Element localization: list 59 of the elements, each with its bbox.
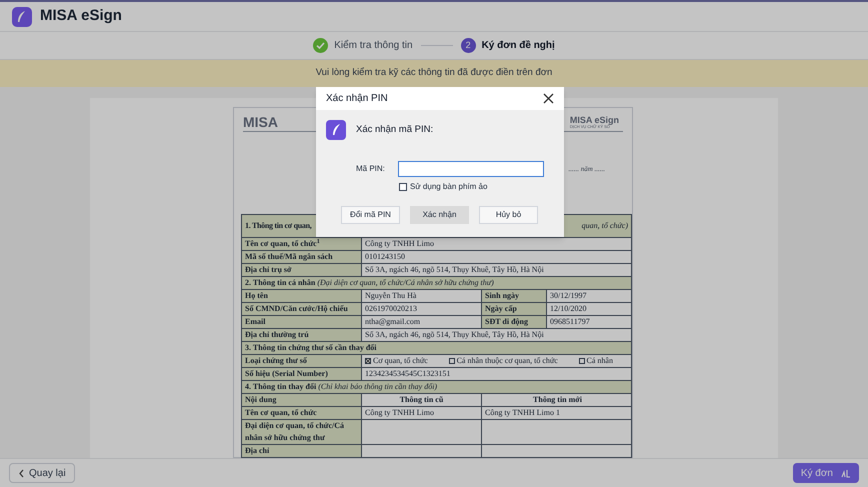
option-label: Cá nhân thuộc cơ quan, tổ chức: [456, 355, 558, 367]
field-label: SĐT di động: [482, 316, 547, 328]
pin-label: Mã PIN:: [356, 163, 385, 175]
step-number: 2: [460, 38, 476, 53]
option-label: Cá nhân: [586, 355, 613, 367]
field-label: Số CMND/Căn cước/Hộ chiếu: [242, 303, 362, 315]
app-name: MISA eSign: [40, 6, 122, 26]
field-label: Địa chỉ thường trú: [242, 329, 362, 341]
dialog-button[interactable]: Hủy bỏ: [479, 206, 538, 224]
field-value: 12/10/2020: [549, 303, 588, 315]
checkbox-label[interactable]: Sử dụng bàn phím ảo: [410, 181, 488, 193]
field-label: Địa chỉ: [242, 445, 362, 457]
field-value: Công ty TNHH Limo: [364, 238, 435, 250]
column-heading: Nội dung: [242, 394, 362, 406]
check-icon: [313, 38, 328, 53]
step-label: Ký đơn đề nghị: [482, 39, 555, 53]
field-label: Loại chứng thư số: [242, 355, 362, 367]
section-heading: 4. Thông tin thay đổi (Chỉ khai báo thông tin cần thay đổi): [242, 381, 631, 393]
back-button[interactable]: Quay lại: [9, 463, 75, 483]
pin-input[interactable]: [398, 161, 544, 177]
field-label: Đại diện cơ quan, tổ chức/Cá nhân sở hữu chứng thư: [242, 420, 362, 444]
field-value: Công ty TNHH Limo: [362, 407, 482, 419]
field-value: Công ty TNHH Limo 1: [484, 407, 561, 419]
option-label: Cơ quan, tổ chức: [373, 355, 428, 367]
field-value: 30/12/1997: [549, 290, 588, 302]
dialog-title: Xác nhận PIN: [326, 92, 388, 106]
column-heading: Thông tin mới: [532, 394, 583, 406]
dialog-button[interactable]: Đổi mã PIN: [341, 206, 400, 224]
app-logo-icon: [12, 6, 32, 26]
field-label: Họ tên: [242, 290, 362, 302]
step-label: Kiểm tra thông tin: [334, 38, 413, 53]
app-logo-icon: [326, 120, 346, 140]
section-heading: 1. Thông tin cơ quan,: [245, 220, 312, 232]
dialog-heading: Xác nhận mã PIN:: [356, 122, 434, 137]
field-value: 0968511797: [549, 316, 591, 328]
field-label: Mã số thuế/Mã ngân sách: [242, 251, 362, 263]
checkbox[interactable]: [399, 183, 407, 191]
field-label: Địa chỉ trụ sở: [242, 264, 362, 276]
field-label: Ngày cấp: [482, 303, 547, 315]
field-value: 0101243150: [364, 251, 406, 263]
field-label: Sinh ngày: [482, 290, 547, 302]
sign-button[interactable]: Ký đơn: [792, 463, 859, 483]
brand-name: MISA eSign: [570, 116, 619, 125]
field-value: Số 3A, ngách 46, ngõ 514, Thụy Khuê, Tây Hồ, Hà Nội: [364, 264, 545, 276]
chevron-left-icon: [18, 468, 25, 478]
field-label: Số hiệu (Serial Number): [242, 368, 362, 380]
section-heading: 3. Thông tin chứng thư số cần thay đổi: [242, 342, 631, 354]
field-value: Số 3A, ngách 46, ngõ 514, Thụy Khuê, Tây Hồ, Hà Nội: [364, 329, 545, 341]
section-heading: 2. Thông tin cá nhân (Đại diện cơ quan, tổ chức/Cá nhân sở hữu chứng thư): [242, 277, 631, 289]
field-label: Tên cơ quan, tổ chức: [242, 407, 362, 419]
field-label: Tên cơ quan, tổ chức$^{1}$: [242, 238, 362, 250]
column-heading: Thông tin cũ: [362, 394, 482, 406]
close-icon[interactable]: [543, 93, 554, 104]
info-banner: Vui lòng kiểm tra kỹ các thông tin đã được điền trên đơn: [0, 60, 868, 87]
misa-logo: MISA: [243, 115, 278, 129]
dialog-button[interactable]: Xác nhận: [410, 206, 469, 224]
section-note: quan, tổ chức): [582, 220, 628, 232]
field-label: Email: [242, 316, 362, 328]
field-value: 1234234534545C1323151: [364, 368, 452, 380]
